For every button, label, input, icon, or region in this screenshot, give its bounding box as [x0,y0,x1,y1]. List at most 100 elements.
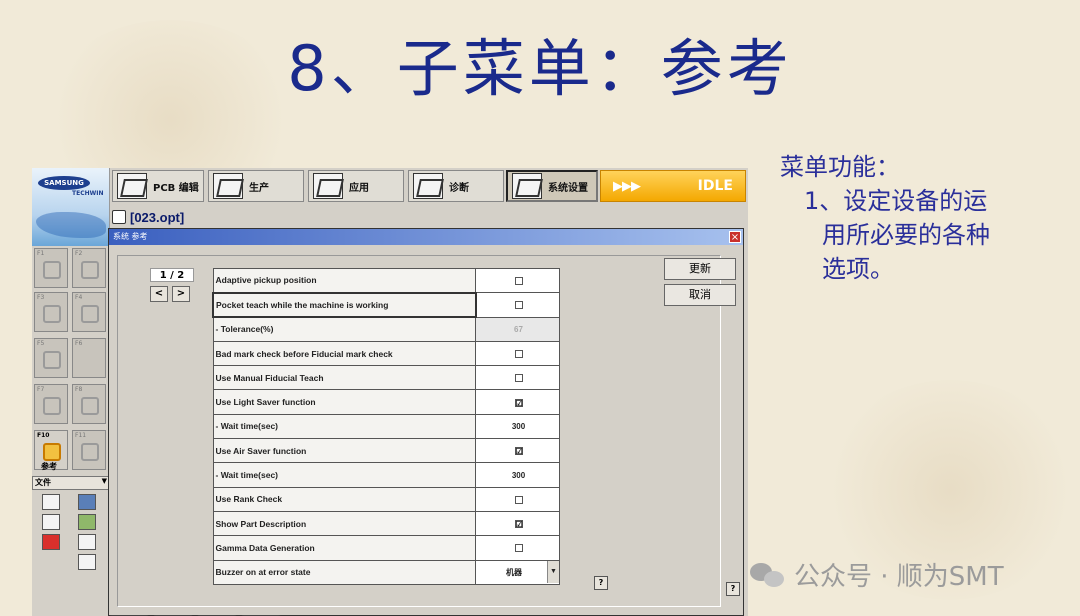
option-value-field: 67 [475,316,560,342]
cancel-button[interactable]: 取消 [664,284,736,306]
option-row: Gamma Data Generation [212,535,560,561]
toolbar-system-settings-button[interactable]: 系统设置 [506,170,598,202]
file-bar: [023.opt] [110,206,600,228]
help-icon[interactable]: ? [726,582,740,596]
option-label: Bad mark check before Fiducial mark chec… [212,340,476,367]
function-key[interactable]: F1 [34,248,68,288]
brand-name: SAMSUNG [38,176,90,190]
machine-status-indicator: ▶▶▶ IDLE [600,170,746,202]
function-icon [81,261,99,279]
logo-swirl-icon [36,212,106,238]
status-text: IDLE [697,178,733,194]
option-label: - Wait time(sec) [212,462,476,488]
dialog-title-bar: 系统 参考 × [109,229,743,245]
reference-icon [43,443,61,461]
option-checkbox[interactable]: ☑ [514,520,523,529]
function-key[interactable]: F3 [34,292,68,332]
function-key[interactable]: F4 [72,292,106,332]
document-icon[interactable] [42,494,60,510]
brand-logo: SAMSUNG TECHWIN [32,168,110,246]
option-label: Use Air Saver function [212,438,476,464]
option-checkbox[interactable] [514,544,523,553]
option-row: Adaptive pickup position [212,267,560,294]
function-icon [81,305,99,323]
file-name: [023.opt] [130,209,185,225]
watermark-text: 公众号 · 顺为SMT [794,562,1004,592]
function-icon [43,305,61,323]
chevron-down-icon: ▼ [101,477,107,485]
option-label: Gamma Data Generation [212,535,476,561]
option-label: - Tolerance(%) [212,316,476,342]
wechat-icon [750,561,786,589]
option-checkbox[interactable] [514,495,523,504]
option-row: - Tolerance(%) 67 [212,316,560,342]
option-checkbox[interactable]: ☑ [514,398,523,407]
option-row: Use Air Saver function ☑ [212,438,560,464]
toolbar-application-button[interactable]: 应用 [308,170,404,202]
buzzer-select-value: 机器 [506,567,522,577]
option-label: Use Manual Fiducial Teach [212,365,476,391]
next-page-button[interactable]: > [172,286,190,302]
notes-item-continued: 选项。 [822,255,894,283]
function-key-label: 参考 [41,462,57,471]
toolbar-diagnostics-button[interactable]: 诊断 [408,170,504,202]
toolbar-pcb-edit-button[interactable]: PCB 编辑 [112,170,204,202]
dialog-title: 系统 参考 [113,232,148,241]
slide-title: 8、子菜单：参考 [287,32,793,105]
function-key[interactable]: F8 [72,384,106,424]
option-row: Use Light Saver function ☑ [212,389,560,415]
function-key[interactable]: F2 [72,248,106,288]
buzzer-select[interactable]: 机器 ▼ [475,559,560,585]
option-checkbox[interactable] [514,301,523,310]
network-icon[interactable] [78,554,96,570]
function-key-number: F10 [37,432,50,439]
toolbar-label: 应用 [349,182,369,194]
application-icon [313,173,343,199]
production-icon [213,173,243,199]
prev-page-button[interactable]: < [150,286,168,302]
function-icon [43,351,61,369]
option-checkbox[interactable] [514,277,523,286]
toolbar-label: PCB 编辑 [153,182,199,194]
function-key[interactable]: F7 [34,384,68,424]
chevron-down-icon[interactable]: ▼ [547,561,559,584]
print-icon[interactable] [78,534,96,550]
function-key[interactable]: F6 [72,338,106,378]
option-label: Use Light Saver function [212,389,476,415]
option-checkbox[interactable]: ☑ [514,447,523,456]
toolbar-label: 生产 [249,182,269,194]
notes-item-continued: 用所必要的各种 [822,221,990,249]
help-icon[interactable]: ? [594,576,608,590]
function-key-reference[interactable]: F10 参考 [34,430,68,471]
function-icon [81,443,99,461]
notes-heading: 菜单功能： [780,153,900,181]
function-key[interactable]: F5 [34,338,68,378]
file-checkbox[interactable] [112,210,126,224]
option-label: Use Rank Check [212,486,476,512]
function-key[interactable]: F11 [72,430,106,470]
option-checkbox[interactable] [514,349,523,358]
function-icon [43,261,61,279]
open-folder-icon[interactable] [78,494,96,510]
option-label: Pocket teach while the machine is workin… [212,291,477,319]
option-row: Buzzer on at error state 机器 ▼ [212,559,560,585]
option-checkbox[interactable] [514,374,523,383]
toolbar-production-button[interactable]: 生产 [208,170,304,202]
image-icon[interactable] [78,514,96,530]
slide-notes: 菜单功能： 1、设定设备的运 用所必要的各种 选项。 [780,150,1050,286]
option-value-field[interactable]: 300 [475,462,560,488]
save-icon[interactable] [42,514,60,530]
status-arrows: ▶▶▶ [613,178,641,194]
diagnostics-icon [413,173,443,199]
option-row: - Wait time(sec) 300 [212,462,560,488]
close-icon[interactable]: × [729,231,741,243]
update-button[interactable]: 更新 [664,258,736,280]
file-panel-header[interactable]: 文件 ▼ [32,476,110,490]
option-row: Use Manual Fiducial Teach [212,365,560,391]
file-panel-label: 文件 [35,478,51,487]
emergency-icon[interactable] [42,534,60,550]
watermark: 公众号 · 顺为SMT [750,556,1004,593]
option-value-field[interactable]: 300 [475,413,560,440]
option-row: Use Rank Check [212,486,560,512]
option-row: - Wait time(sec) 300 [212,413,560,440]
